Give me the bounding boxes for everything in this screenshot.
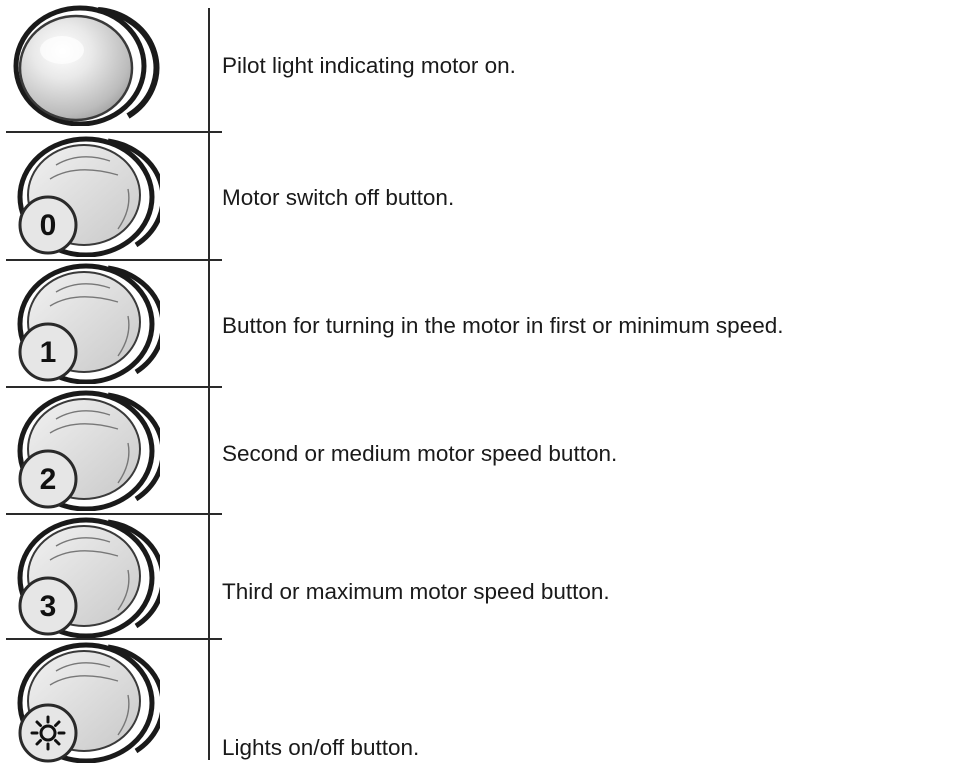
motor-off-button-icon[interactable]: 0 (10, 135, 160, 257)
speed-2-button-icon[interactable]: 2 (10, 389, 160, 511)
column-divider (208, 8, 210, 760)
button-symbol: 3 (40, 590, 57, 623)
pilot-light-icon (10, 4, 160, 126)
control-description: Pilot light indicating motor on. (222, 53, 516, 78)
button-symbol: 2 (40, 463, 57, 496)
button-symbol: 1 (40, 336, 57, 369)
control-description: Second or medium motor speed button. (222, 441, 618, 466)
control-description: Third or maximum motor speed button. (222, 579, 610, 604)
row-divider (6, 513, 222, 515)
row-divider (6, 638, 222, 640)
row-divider (6, 131, 222, 133)
speed-1-button-icon[interactable]: 1 (10, 262, 160, 384)
row-divider (6, 259, 222, 261)
control-description: Motor switch off button. (222, 185, 455, 210)
speed-3-button-icon[interactable]: 3 (10, 516, 160, 638)
row-divider (6, 386, 222, 388)
button-symbol: 0 (40, 209, 57, 242)
control-description: Button for turning in the motor in first… (222, 313, 784, 338)
control-description: Lights on/off button. (222, 735, 420, 760)
lights-button-icon[interactable] (10, 641, 160, 763)
